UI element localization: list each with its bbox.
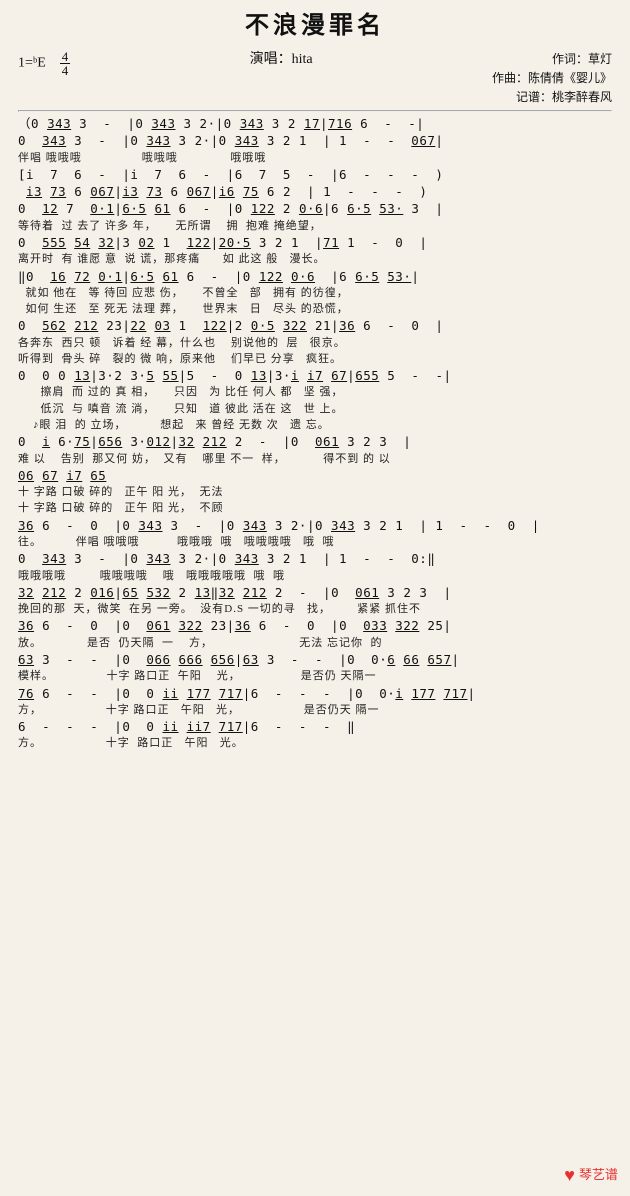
transcriber: 记谱：桃李醉春风 <box>492 88 612 107</box>
lyrics-line: 哦哦哦哦 哦哦哦哦 哦 哦哦哦哦哦 哦 哦 <box>18 569 612 583</box>
lyrics-line: 挽回的那 天，微笑 在另 一旁。 没有D.S 一切的寻 找， 紧紧 抓住不 <box>18 602 612 616</box>
score-line: 36 6 - 0 |0 061 322 23|36 6 - 0 |0 033 3… <box>18 618 612 634</box>
score-line: 06 67 i7 65 <box>18 468 612 484</box>
score-line: 6 - - - |0 0 ii ii7 717|6 - - - ‖ <box>18 719 612 735</box>
lyrics-line: 往。 伴唱 哦哦哦 哦哦哦 哦 哦哦哦哦 哦 哦 <box>18 535 612 549</box>
score-line: 0 12 7 0·1|6·5 61 6 - |0 122 2 0·6|6 6·5… <box>18 201 612 217</box>
time-signature: 4 4 <box>60 50 71 77</box>
header-divider <box>18 110 612 112</box>
lyrics-line: 低沉 与 嗔音 流 淌， 只知 道 彼此 活在 这 世 上。 <box>18 402 612 416</box>
score-line: （0 343 3 - |0 343 3 2·|0 343 3 2 17|716 … <box>18 116 612 132</box>
lyrics-line: 就如 他在 等 待回 应悲 伤， 不曾全 部 拥有 的彷徨， <box>18 286 612 300</box>
lyrics-line: 擦肩 而 过的 真 相， 只因 为 比任 何人 都 坚 强， <box>18 385 612 399</box>
watermark-heart-icon: ♥ <box>564 1163 575 1188</box>
performer-label: 演唱： <box>250 52 292 67</box>
lyrics-line: 模样。 十字 路口正 午阳 光， 是否仍 天隔一 <box>18 669 612 683</box>
lyrics-line: 十 字路 口破 碎的 正午 阳 光， 不顾 <box>18 501 612 515</box>
title: 不浪漫罪名 <box>18 10 612 44</box>
key-time: 1=ᵇE 4 4 <box>18 50 70 77</box>
watermark: ♥ 琴艺谱 <box>564 1163 618 1188</box>
score-line: 63 3 - - |0 066 666 656|63 3 - - |0 0·6 … <box>18 652 612 668</box>
lyrics-line: 各奔东 西只 顿 诉着 经 幕，什么也 别说他的 层 很京。 <box>18 336 612 350</box>
score-line: 32 212 2 016|65 532 2 13‖32 212 2 - |0 0… <box>18 585 612 601</box>
score-area: （0 343 3 - |0 343 3 2·|0 343 3 2 17|716 … <box>18 116 612 750</box>
lyrics-line: 难 以 告别 那又何 妨， 又有 哪里 不一 样， 得不到 的 以 <box>18 452 612 466</box>
lyrics-line: 听得到 骨头 碎 裂的 微 响，原来他 们早已 分享 疯狂。 <box>18 352 612 366</box>
lyrics-line: 伴唱 哦哦哦 哦哦哦 哦哦哦 <box>18 151 612 165</box>
lyricist: 作词：草灯 <box>492 50 612 69</box>
lyrics-line: 方。 十字 路口正 午阳 光。 <box>18 736 612 750</box>
composer: 作曲：陈倩倩《婴儿》 <box>492 69 612 88</box>
performer: 演唱：hita <box>250 50 313 70</box>
score-line: [i 7 6 - |i 7 6 - |6 7 5 - |6 - - - ) <box>18 167 612 183</box>
score-line: 0 562 212 23|22 03 1 122|2 0·5 322 21|36… <box>18 318 612 334</box>
score-line: 0 343 3 - |0 343 3 2·|0 343 3 2 1 | 1 - … <box>18 133 612 149</box>
lyrics-line: 如何 生还 至 死无 法理 葬， 世界末 日 尽头 的恐慌， <box>18 302 612 316</box>
lyrics-line: 等待着 过 去了 许多 年， 无所谓 拥 抱难 掩绝望， <box>18 219 612 233</box>
performer-name: hita <box>292 52 313 67</box>
score-line: 0 343 3 - |0 343 3 2·|0 343 3 2 1 | 1 - … <box>18 551 612 567</box>
score-line: i3 73 6 067|i3 73 6 067|i6 75 6 2 | 1 - … <box>18 184 612 200</box>
lyrics-line: 放。 是否 仍天隔 一 方， 无法 忘记你 的 <box>18 636 612 650</box>
watermark-label: 琴艺谱 <box>579 1166 618 1184</box>
lyrics-line: 十 字路 口破 碎的 正午 阳 光， 无法 <box>18 485 612 499</box>
score-line: 76 6 - - |0 0 ii 177 717|6 - - - |0 0·i … <box>18 686 612 702</box>
lyrics-line: ♪眼 泪 的 立场， 想起 来 曾经 无数 次 遗 忘。 <box>18 418 612 432</box>
score-line: 0 0 0 13|3·2 3·5 55|5 - 0 13|3·i i7 67|6… <box>18 368 612 384</box>
lyrics-line: 方， 十字 路口正 午阳 光， 是否仍天 隔一 <box>18 703 612 717</box>
score-line: 0 i 6·75|656 3·012|32 212 2 - |0 061 3 2… <box>18 434 612 450</box>
key-signature: 1=ᵇE <box>18 55 46 70</box>
credits: 作词：草灯 作曲：陈倩倩《婴儿》 记谱：桃李醉春风 <box>492 50 612 108</box>
score-line: ‖0 16 72 0·1|6·5 61 6 - |0 122 0·6 |6 6·… <box>18 269 612 285</box>
score-line: 36 6 - 0 |0 343 3 - |0 343 3 2·|0 343 3 … <box>18 518 612 534</box>
score-line: 0 555 54 32|3 02 1 122|20·5 3 2 1 |71 1 … <box>18 235 612 251</box>
lyrics-line: 离开时 有 谁愿 意 说 谎，那疼痛 如 此这 般 漫长。 <box>18 252 612 266</box>
